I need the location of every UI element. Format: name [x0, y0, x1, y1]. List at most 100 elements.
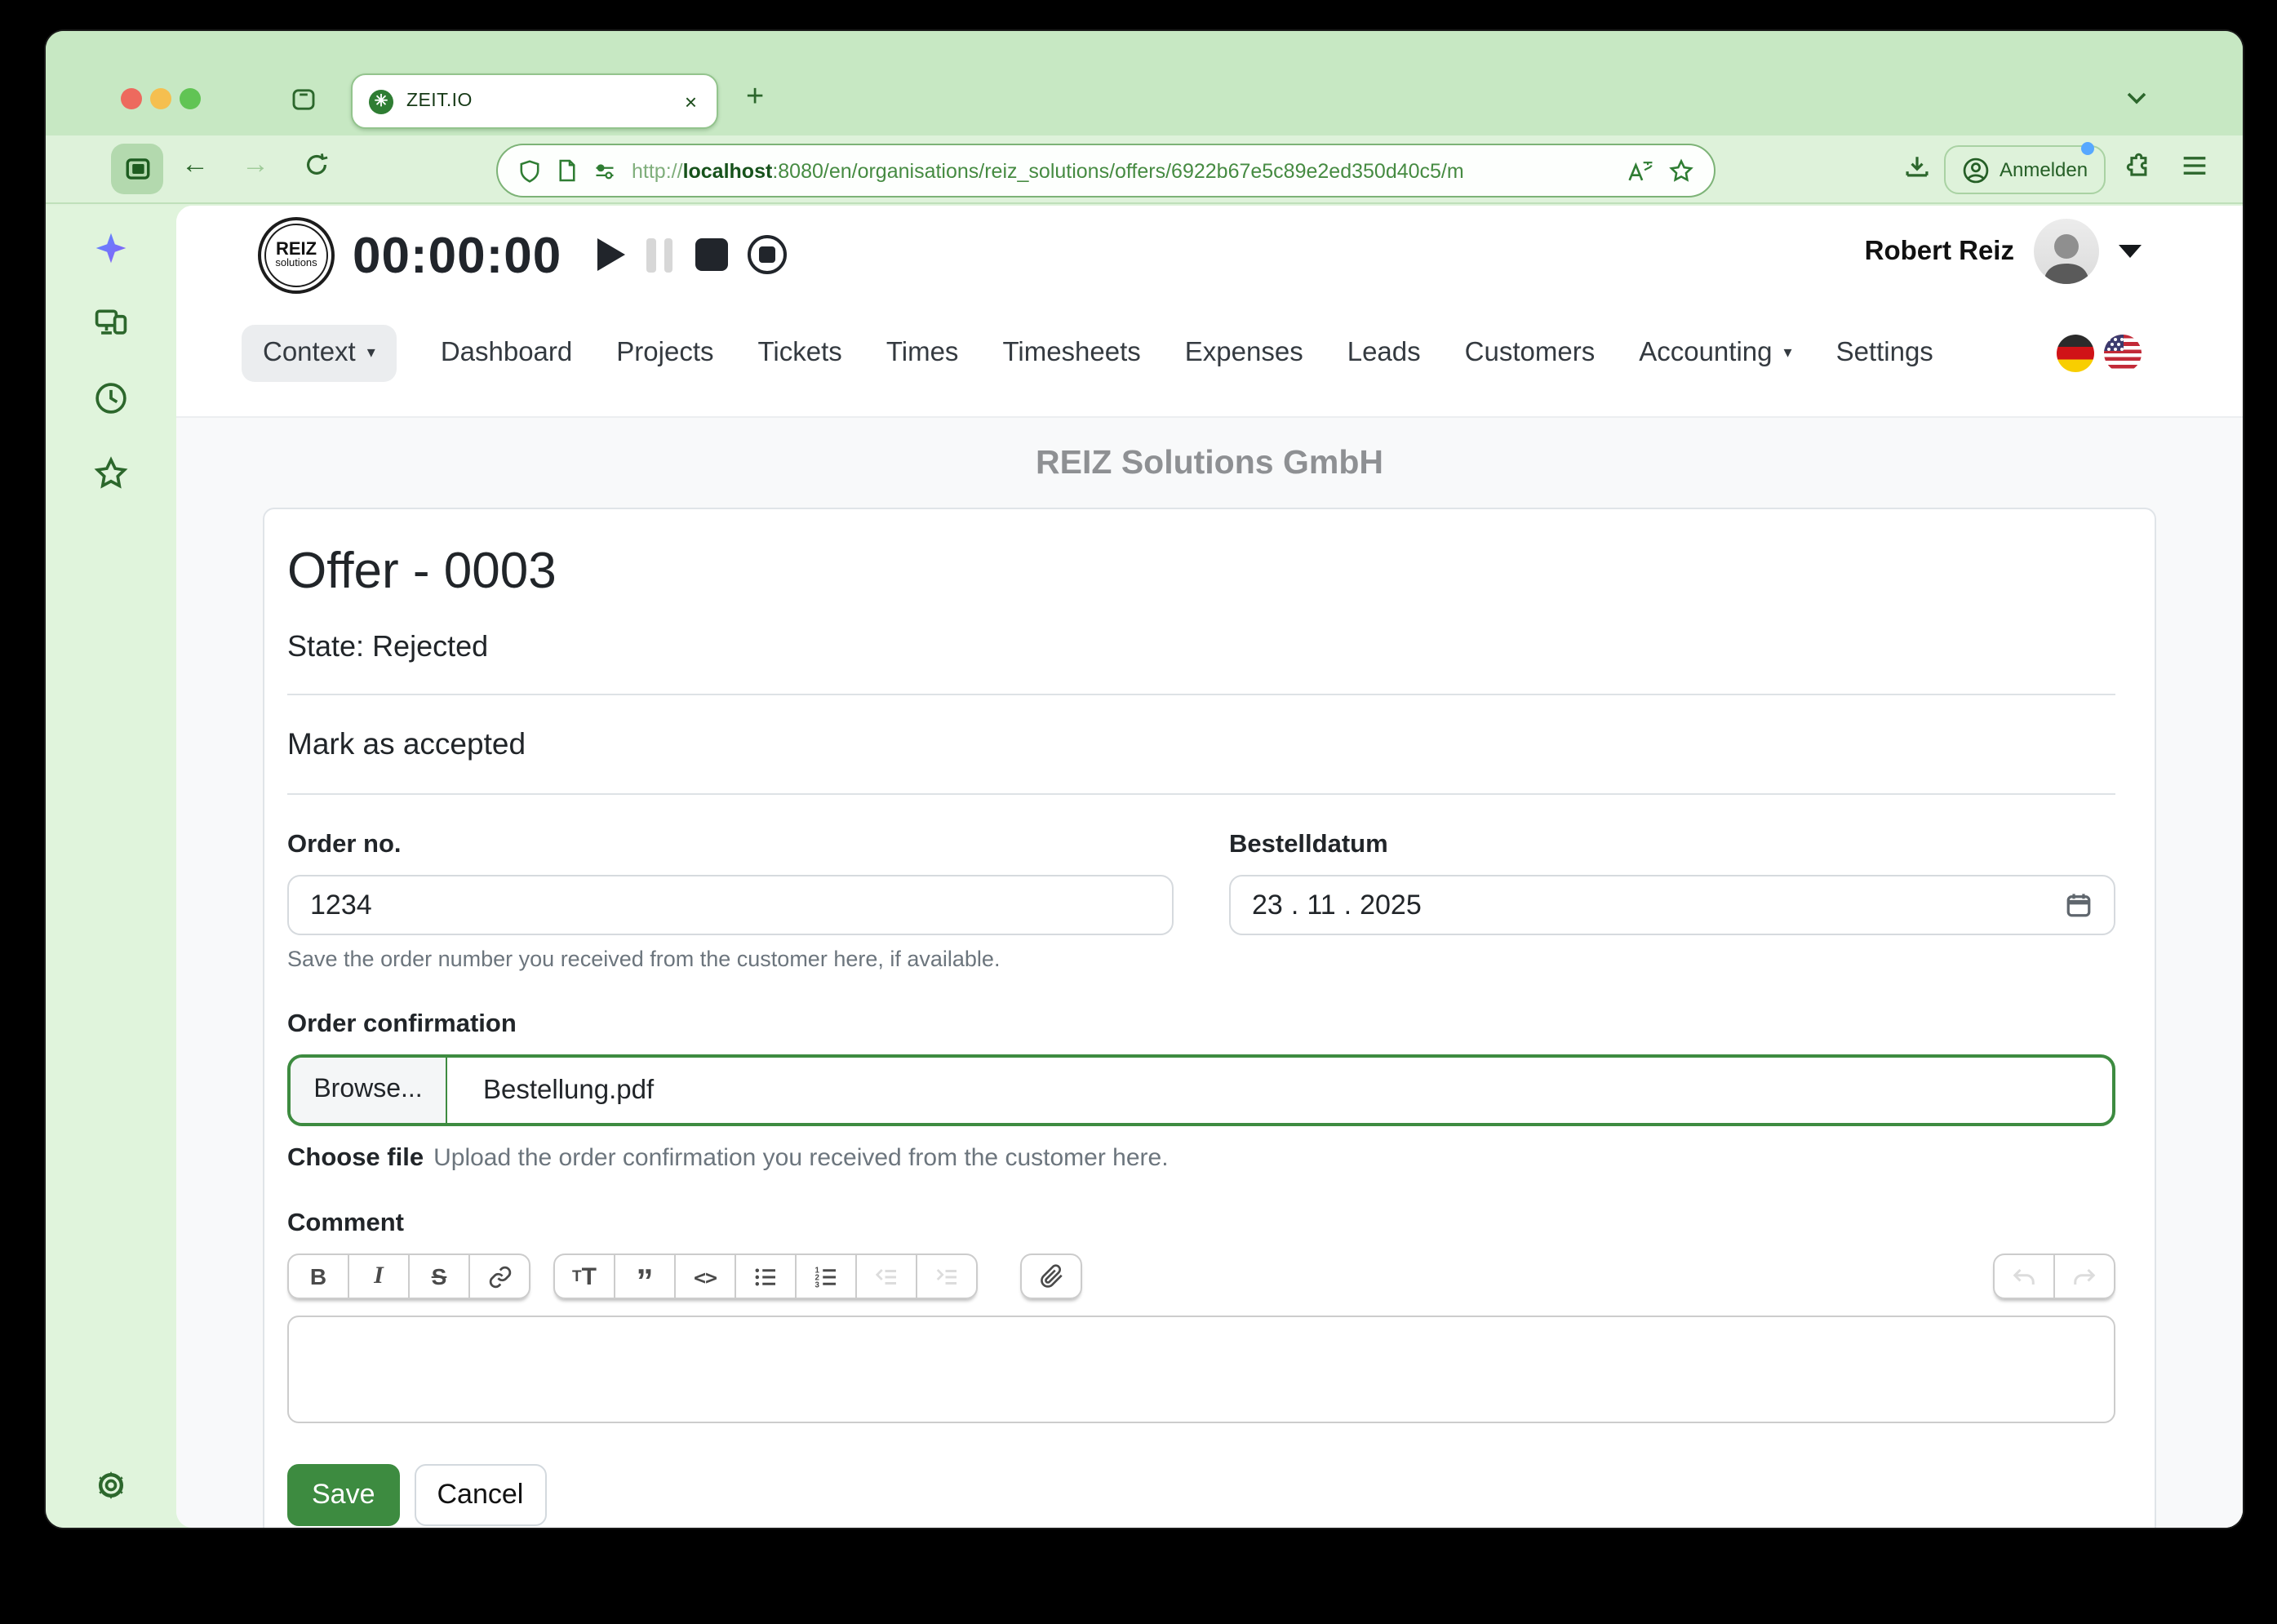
german-flag-icon[interactable]: [2057, 334, 2094, 371]
web-content: REIZ solutions 00:00:00 Robert Reiz: [176, 206, 2243, 1528]
screenshot-stage: ✳ ZEIT.IO × + ← →: [0, 0, 2277, 1624]
url-fade: [1569, 159, 1611, 182]
browser-tab[interactable]: ✳ ZEIT.IO ×: [351, 73, 718, 129]
timer-stop-record-button[interactable]: [748, 235, 787, 274]
chrome-body: REIZ solutions 00:00:00 Robert Reiz: [46, 206, 2243, 1528]
user-avatar[interactable]: [2034, 219, 2099, 284]
redo-button: [2053, 1253, 2115, 1299]
browse-button[interactable]: Browse...: [291, 1058, 447, 1123]
strikethrough-button[interactable]: S: [408, 1253, 470, 1299]
bold-button[interactable]: B: [287, 1253, 349, 1299]
forward-button: →: [242, 149, 269, 181]
timer-stop-button[interactable]: [695, 238, 728, 271]
cancel-button[interactable]: Cancel: [415, 1464, 547, 1526]
browser-tabstrip: ✳ ZEIT.IO × +: [46, 31, 2243, 135]
nav-item-dashboard[interactable]: Dashboard: [441, 337, 572, 368]
window-minimize-button[interactable]: [150, 88, 171, 109]
save-button[interactable]: Save: [287, 1464, 400, 1526]
italic-button[interactable]: I: [348, 1253, 410, 1299]
quote-button[interactable]: ”: [614, 1253, 676, 1299]
nav-item-projects[interactable]: Projects: [616, 337, 713, 368]
order-confirmation-file-input[interactable]: Browse... Bestellung.pdf: [287, 1054, 2115, 1126]
chevron-down-icon: ▾: [1784, 344, 1792, 362]
ai-chatbot-sparkle-icon[interactable]: [91, 229, 131, 268]
code-button[interactable]: <>: [674, 1253, 736, 1299]
choose-file-label: Choose file: [287, 1144, 424, 1172]
history-clock-icon[interactable]: [91, 379, 131, 418]
attach-file-button[interactable]: [1020, 1253, 1082, 1299]
synced-tabs-icon[interactable]: [91, 304, 131, 343]
user-name: Robert Reiz: [1865, 236, 2014, 267]
numbered-list-button[interactable]: 1 2 3: [795, 1253, 857, 1299]
downloads-icon[interactable]: [1903, 153, 1931, 181]
offer-state: State: Rejected: [287, 630, 2115, 664]
date-separator: .: [1344, 889, 1352, 921]
back-button[interactable]: ←: [181, 149, 209, 181]
link-button[interactable]: [468, 1253, 530, 1299]
logo-inner-ring: REIZ solutions: [264, 224, 328, 287]
nav-item-timesheets[interactable]: Timesheets: [1002, 337, 1140, 368]
order-no-input[interactable]: [287, 875, 1174, 935]
window-zoom-button[interactable]: [180, 88, 201, 109]
nav-item-times[interactable]: Times: [886, 337, 959, 368]
nav-item-tickets[interactable]: Tickets: [758, 337, 842, 368]
date-day[interactable]: 23: [1252, 889, 1283, 921]
date-month[interactable]: 11: [1307, 889, 1335, 921]
extensions-icon[interactable]: [2122, 152, 2150, 180]
nav-item-accounting[interactable]: Accounting ▾: [1639, 337, 1791, 368]
order-date-field: Bestelldatum 23 . 11 . 2025: [1229, 831, 2115, 971]
firefox-sidebar: [46, 206, 176, 1528]
heading-button[interactable]: TT: [553, 1253, 615, 1299]
chevron-down-icon: ▾: [367, 344, 375, 362]
window-close-button[interactable]: [121, 88, 142, 109]
form-actions: Save Cancel: [287, 1464, 2115, 1526]
reiz-solutions-logo[interactable]: REIZ solutions: [258, 217, 335, 294]
shield-icon[interactable]: [517, 158, 542, 184]
history-group: [1993, 1253, 2115, 1299]
anmelden-label: Anmelden: [2000, 158, 2088, 181]
choose-file-help: Upload the order confirmation you receiv…: [433, 1144, 1168, 1172]
user-menu[interactable]: Robert Reiz: [1865, 219, 2142, 284]
translate-icon[interactable]: [1626, 158, 1653, 184]
tab-title: ZEIT.IO: [406, 91, 668, 111]
comment-textarea[interactable]: [287, 1316, 2115, 1423]
nav-item-expenses[interactable]: Expenses: [1185, 337, 1303, 368]
sidebar-toggle-button[interactable]: [111, 144, 163, 194]
sidebar-settings-gear-icon[interactable]: [91, 1466, 131, 1505]
order-confirmation-label: Order confirmation: [287, 1010, 2115, 1040]
url-bar[interactable]: http://localhost:8080/en/organisations/r…: [496, 144, 1716, 197]
nav-context-label: Context: [263, 337, 356, 368]
nav-item-context[interactable]: Context ▾: [242, 324, 397, 381]
tab-list-chevron-icon[interactable]: [2125, 90, 2148, 106]
comment-toolbar: B I S: [287, 1253, 2115, 1299]
nav-item-leads[interactable]: Leads: [1347, 337, 1421, 368]
us-flag-icon[interactable]: [2104, 334, 2142, 371]
calendar-icon[interactable]: [2065, 891, 2093, 919]
browser-window: ✳ ZEIT.IO × + ← →: [46, 31, 2243, 1528]
url-path: :8080/en/organisations/reiz_solutions/of…: [772, 159, 1463, 182]
nav-item-customers[interactable]: Customers: [1465, 337, 1596, 368]
page-info-icon[interactable]: [557, 158, 578, 183]
firefox-view-icon[interactable]: [291, 87, 317, 113]
offer-card: Offer - 0003 State: Rejected Mark as acc…: [263, 508, 2156, 1528]
nav-item-settings[interactable]: Settings: [1836, 337, 1933, 368]
bullet-list-button[interactable]: [735, 1253, 797, 1299]
reload-button[interactable]: [304, 152, 330, 178]
order-date-input[interactable]: 23 . 11 . 2025: [1229, 875, 2115, 935]
bookmark-star-icon[interactable]: [1668, 158, 1694, 184]
permissions-toggle-icon[interactable]: [593, 159, 617, 182]
svg-text:3: 3: [815, 1280, 820, 1289]
timer-play-button[interactable]: [597, 238, 625, 271]
date-year[interactable]: 2025: [1360, 889, 1422, 921]
logo-text-solutions: solutions: [275, 257, 317, 270]
bookmarks-star-icon[interactable]: [91, 454, 131, 493]
app-header: REIZ solutions 00:00:00 Robert Reiz: [176, 206, 2243, 418]
tab-close-icon[interactable]: ×: [681, 89, 700, 113]
order-no-field: Order no. Save the order number you rece…: [287, 831, 1174, 971]
anmelden-button[interactable]: Anmelden: [1944, 145, 2106, 194]
new-tab-button[interactable]: +: [746, 80, 764, 116]
block-style-group: TT ” <>: [553, 1253, 978, 1299]
url-text[interactable]: http://localhost:8080/en/organisations/r…: [632, 159, 1611, 182]
account-icon: [1962, 156, 1990, 184]
hamburger-menu-icon[interactable]: [2181, 153, 2208, 178]
